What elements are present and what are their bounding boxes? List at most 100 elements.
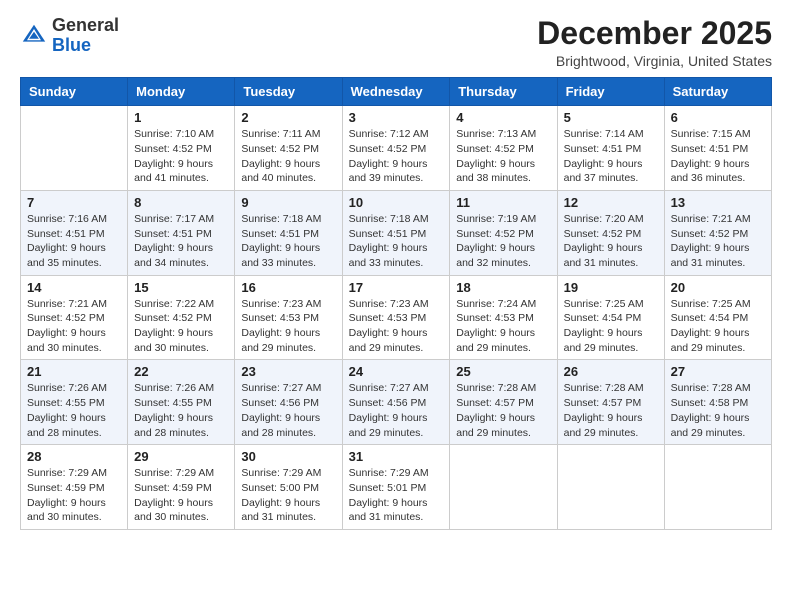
day-info: Sunrise: 7:24 AMSunset: 4:53 PMDaylight:… xyxy=(456,297,550,356)
day-number: 21 xyxy=(27,364,121,379)
calendar-cell: 17 Sunrise: 7:23 AMSunset: 4:53 PMDayligh… xyxy=(342,275,450,360)
calendar-cell: 7 Sunrise: 7:16 AMSunset: 4:51 PMDaylight… xyxy=(21,190,128,275)
calendar-cell: 14 Sunrise: 7:21 AMSunset: 4:52 PMDayligh… xyxy=(21,275,128,360)
calendar-cell: 19 Sunrise: 7:25 AMSunset: 4:54 PMDayligh… xyxy=(557,275,664,360)
calendar-cell: 5 Sunrise: 7:14 AMSunset: 4:51 PMDaylight… xyxy=(557,106,664,191)
logo-icon xyxy=(20,22,48,50)
day-number: 10 xyxy=(349,195,444,210)
calendar-cell: 22Sunrise: 7:26 AMSunset: 4:55 PMDayligh… xyxy=(128,360,235,445)
calendar-header-thursday: Thursday xyxy=(450,78,557,106)
calendar-header-saturday: Saturday xyxy=(664,78,771,106)
calendar-cell: 20 Sunrise: 7:25 AMSunset: 4:54 PMDayligh… xyxy=(664,275,771,360)
calendar-cell: 8 Sunrise: 7:17 AMSunset: 4:51 PMDaylight… xyxy=(128,190,235,275)
day-number: 4 xyxy=(456,110,550,125)
calendar-cell: 31 Sunrise: 7:29 AMSunset: 5:01 PMDayligh… xyxy=(342,445,450,530)
month-title: December 2025 xyxy=(537,16,772,51)
day-info: Sunrise: 7:12 AMSunset: 4:52 PMDaylight:… xyxy=(349,127,444,186)
calendar-header-wednesday: Wednesday xyxy=(342,78,450,106)
day-number: 3 xyxy=(349,110,444,125)
day-number: 6 xyxy=(671,110,765,125)
calendar-header-friday: Friday xyxy=(557,78,664,106)
calendar-cell: 15 Sunrise: 7:22 AMSunset: 4:52 PMDayligh… xyxy=(128,275,235,360)
day-number: 8 xyxy=(134,195,228,210)
calendar-cell: 30 Sunrise: 7:29 AMSunset: 5:00 PMDayligh… xyxy=(235,445,342,530)
calendar-header-monday: Monday xyxy=(128,78,235,106)
day-number: 14 xyxy=(27,280,121,295)
day-number: 20 xyxy=(671,280,765,295)
day-info: Sunrise: 7:17 AMSunset: 4:51 PMDaylight:… xyxy=(134,212,228,271)
day-info: Sunrise: 7:18 AMSunset: 4:51 PMDaylight:… xyxy=(349,212,444,271)
logo-general-text: General xyxy=(52,15,119,35)
day-number: 17 xyxy=(349,280,444,295)
day-info: Sunrise: 7:28 AMSunset: 4:57 PMDaylight:… xyxy=(456,381,550,440)
day-info: Sunrise: 7:23 AMSunset: 4:53 PMDaylight:… xyxy=(241,297,335,356)
day-info: Sunrise: 7:21 AMSunset: 4:52 PMDaylight:… xyxy=(27,297,121,356)
day-number: 11 xyxy=(456,195,550,210)
calendar-cell: 26Sunrise: 7:28 AMSunset: 4:57 PMDayligh… xyxy=(557,360,664,445)
day-info: Sunrise: 7:29 AMSunset: 5:01 PMDaylight:… xyxy=(349,466,444,525)
day-info: Sunrise: 7:29 AMSunset: 4:59 PMDaylight:… xyxy=(27,466,121,525)
day-info: Sunrise: 7:25 AMSunset: 4:54 PMDaylight:… xyxy=(671,297,765,356)
calendar-week-3: 14 Sunrise: 7:21 AMSunset: 4:52 PMDayligh… xyxy=(21,275,772,360)
page-header: General Blue December 2025 Brightwood, V… xyxy=(20,16,772,69)
day-number: 16 xyxy=(241,280,335,295)
day-info: Sunrise: 7:15 AMSunset: 4:51 PMDaylight:… xyxy=(671,127,765,186)
day-info: Sunrise: 7:22 AMSunset: 4:52 PMDaylight:… xyxy=(134,297,228,356)
calendar-cell: 1 Sunrise: 7:10 AMSunset: 4:52 PMDaylight… xyxy=(128,106,235,191)
calendar-cell: 13Sunrise: 7:21 AMSunset: 4:52 PMDayligh… xyxy=(664,190,771,275)
calendar-cell: 29Sunrise: 7:29 AMSunset: 4:59 PMDayligh… xyxy=(128,445,235,530)
day-info: Sunrise: 7:27 AMSunset: 4:56 PMDaylight:… xyxy=(241,381,335,440)
calendar-cell: 25 Sunrise: 7:28 AMSunset: 4:57 PMDayligh… xyxy=(450,360,557,445)
calendar-table: SundayMondayTuesdayWednesdayThursdayFrid… xyxy=(20,77,772,530)
day-number: 7 xyxy=(27,195,121,210)
calendar-header-row: SundayMondayTuesdayWednesdayThursdayFrid… xyxy=(21,78,772,106)
calendar-cell: 12 Sunrise: 7:20 AMSunset: 4:52 PMDayligh… xyxy=(557,190,664,275)
day-number: 13 xyxy=(671,195,765,210)
day-number: 23 xyxy=(241,364,335,379)
day-info: Sunrise: 7:29 AMSunset: 5:00 PMDaylight:… xyxy=(241,466,335,525)
calendar-header-sunday: Sunday xyxy=(21,78,128,106)
logo-text: General Blue xyxy=(52,16,119,56)
calendar-week-5: 28Sunrise: 7:29 AMSunset: 4:59 PMDayligh… xyxy=(21,445,772,530)
day-number: 30 xyxy=(241,449,335,464)
calendar-week-4: 21Sunrise: 7:26 AMSunset: 4:55 PMDayligh… xyxy=(21,360,772,445)
calendar-cell: 18 Sunrise: 7:24 AMSunset: 4:53 PMDayligh… xyxy=(450,275,557,360)
day-number: 1 xyxy=(134,110,228,125)
calendar-cell: 4Sunrise: 7:13 AMSunset: 4:52 PMDaylight… xyxy=(450,106,557,191)
calendar-cell: 10 Sunrise: 7:18 AMSunset: 4:51 PMDayligh… xyxy=(342,190,450,275)
calendar-cell: 6 Sunrise: 7:15 AMSunset: 4:51 PMDaylight… xyxy=(664,106,771,191)
day-number: 5 xyxy=(564,110,658,125)
calendar-week-1: 1 Sunrise: 7:10 AMSunset: 4:52 PMDaylight… xyxy=(21,106,772,191)
day-info: Sunrise: 7:11 AMSunset: 4:52 PMDaylight:… xyxy=(241,127,335,186)
day-number: 24 xyxy=(349,364,444,379)
day-number: 31 xyxy=(349,449,444,464)
logo-blue-text: Blue xyxy=(52,35,91,55)
day-info: Sunrise: 7:19 AMSunset: 4:52 PMDaylight:… xyxy=(456,212,550,271)
day-number: 12 xyxy=(564,195,658,210)
day-info: Sunrise: 7:27 AMSunset: 4:56 PMDaylight:… xyxy=(349,381,444,440)
calendar-cell xyxy=(21,106,128,191)
day-info: Sunrise: 7:28 AMSunset: 4:58 PMDaylight:… xyxy=(671,381,765,440)
day-info: Sunrise: 7:25 AMSunset: 4:54 PMDaylight:… xyxy=(564,297,658,356)
day-number: 25 xyxy=(456,364,550,379)
calendar-cell: 11 Sunrise: 7:19 AMSunset: 4:52 PMDayligh… xyxy=(450,190,557,275)
day-number: 27 xyxy=(671,364,765,379)
calendar-cell xyxy=(450,445,557,530)
day-number: 19 xyxy=(564,280,658,295)
day-number: 18 xyxy=(456,280,550,295)
day-info: Sunrise: 7:28 AMSunset: 4:57 PMDaylight:… xyxy=(564,381,658,440)
day-info: Sunrise: 7:16 AMSunset: 4:51 PMDaylight:… xyxy=(27,212,121,271)
day-info: Sunrise: 7:14 AMSunset: 4:51 PMDaylight:… xyxy=(564,127,658,186)
logo: General Blue xyxy=(20,16,119,56)
day-number: 22 xyxy=(134,364,228,379)
day-info: Sunrise: 7:10 AMSunset: 4:52 PMDaylight:… xyxy=(134,127,228,186)
day-info: Sunrise: 7:18 AMSunset: 4:51 PMDaylight:… xyxy=(241,212,335,271)
day-number: 9 xyxy=(241,195,335,210)
day-info: Sunrise: 7:23 AMSunset: 4:53 PMDaylight:… xyxy=(349,297,444,356)
day-number: 15 xyxy=(134,280,228,295)
calendar-header-tuesday: Tuesday xyxy=(235,78,342,106)
location-text: Brightwood, Virginia, United States xyxy=(537,53,772,69)
calendar-cell: 21Sunrise: 7:26 AMSunset: 4:55 PMDayligh… xyxy=(21,360,128,445)
day-number: 29 xyxy=(134,449,228,464)
day-info: Sunrise: 7:20 AMSunset: 4:52 PMDaylight:… xyxy=(564,212,658,271)
